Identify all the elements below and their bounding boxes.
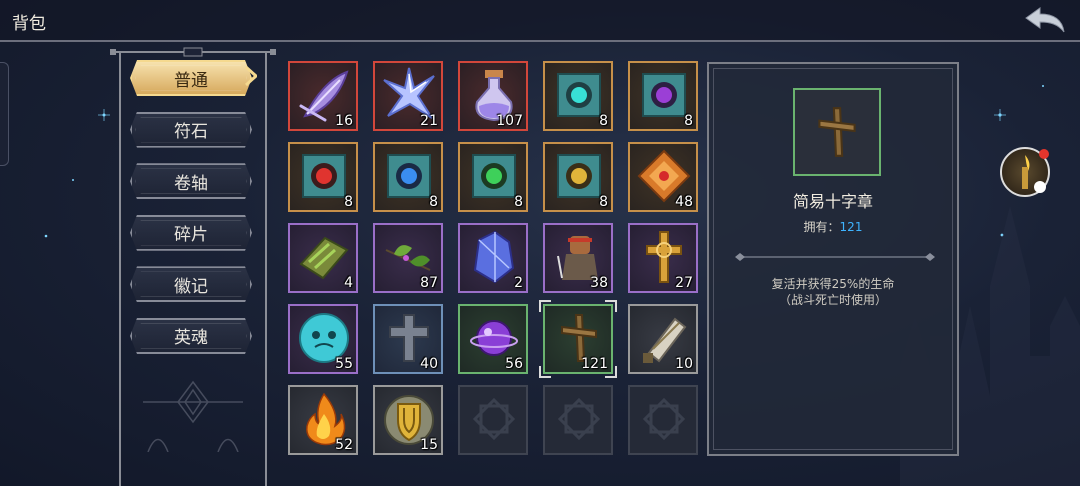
selection-corner — [539, 300, 551, 312]
inventory-slot[interactable]: 56 — [458, 304, 528, 374]
inventory-slot[interactable]: 8 — [373, 142, 443, 212]
inventory-slot[interactable]: 40 — [373, 304, 443, 374]
tab-emblem[interactable]: 徽记 — [130, 266, 252, 302]
item-count: 2 — [514, 275, 523, 291]
item-count: 8 — [684, 113, 693, 129]
item-count: 8 — [429, 194, 438, 210]
tab-normal[interactable]: 普通 — [130, 60, 252, 96]
inventory-slot[interactable]: 27 — [628, 223, 698, 293]
tab-runestone[interactable]: 符石 — [130, 112, 252, 148]
item-count: 16 — [335, 113, 353, 129]
item-count: 55 — [335, 356, 353, 372]
active-tab-arrow-icon — [245, 66, 257, 86]
item-count: 48 — [675, 194, 693, 210]
empty-slot-icon — [472, 397, 516, 441]
item-count: 15 — [420, 437, 438, 453]
inventory-slot[interactable]: 48 — [628, 142, 698, 212]
item-count: 8 — [599, 194, 608, 210]
top-bar: 背包 — [0, 0, 1080, 42]
inventory-slot[interactable]: 16 — [288, 61, 358, 131]
description-line: 复活并获得25%的生命 — [771, 277, 895, 291]
inventory-slot[interactable]: 8 — [628, 61, 698, 131]
divider — [735, 253, 935, 261]
owned-label: 拥有： — [803, 220, 840, 234]
wooden-cross-icon — [818, 107, 856, 157]
item-count: 52 — [335, 437, 353, 453]
item-count: 56 — [505, 356, 523, 372]
player-avatar[interactable] — [1000, 147, 1050, 197]
item-detail-panel: 简易十字章 拥有：121 复活并获得25%的生命 （战斗死亡时使用） — [707, 62, 959, 456]
page-title: 背包 — [12, 14, 46, 34]
item-count: 8 — [514, 194, 523, 210]
notification-dot — [1039, 149, 1049, 159]
item-count: 27 — [675, 275, 693, 291]
qq-penguin-icon — [1034, 181, 1046, 193]
category-tabs: 普通 符石 卷轴 碎片 徽记 英魂 — [130, 60, 256, 370]
description-line: （战斗死亡时使用） — [778, 293, 887, 307]
item-count: 8 — [344, 194, 353, 210]
inventory-slot[interactable]: 8 — [543, 61, 613, 131]
inventory-slot[interactable]: 21 — [373, 61, 443, 131]
empty-slot — [458, 385, 528, 455]
item-count: 38 — [590, 275, 608, 291]
detail-owned: 拥有：121 — [709, 218, 957, 235]
inventory-slot-selected[interactable]: 121 — [539, 300, 617, 378]
inventory-slot[interactable]: 10 — [628, 304, 698, 374]
inventory-slot[interactable]: 87 — [373, 223, 443, 293]
empty-slot — [543, 385, 613, 455]
tab-fragment[interactable]: 碎片 — [130, 215, 252, 251]
inventory-slot[interactable]: 2 — [458, 223, 528, 293]
inventory-slot[interactable]: 4 — [288, 223, 358, 293]
item-count: 40 — [420, 356, 438, 372]
item-count: 121 — [581, 356, 608, 372]
inventory-slot[interactable]: 52 — [288, 385, 358, 455]
item-count: 10 — [675, 356, 693, 372]
item-count: 4 — [344, 275, 353, 291]
inventory-slot[interactable]: 15 — [373, 385, 443, 455]
detail-description: 复活并获得25%的生命 （战斗死亡时使用） — [709, 276, 957, 308]
inventory-slot[interactable]: 38 — [543, 223, 613, 293]
empty-slot — [628, 385, 698, 455]
item-count: 87 — [420, 275, 438, 291]
selection-corner — [605, 366, 617, 378]
empty-slot-icon — [557, 397, 601, 441]
empty-slot-icon — [642, 397, 686, 441]
ornament-decoration — [143, 380, 243, 452]
tab-hero-soul[interactable]: 英魂 — [130, 318, 252, 354]
inventory-slot[interactable]: 8 — [288, 142, 358, 212]
inventory-slot[interactable]: 8 — [543, 142, 613, 212]
inventory-slot[interactable]: 107 — [458, 61, 528, 131]
inventory-slot[interactable]: 55 — [288, 304, 358, 374]
back-arrow-icon[interactable] — [1024, 6, 1066, 34]
selection-corner — [605, 300, 617, 312]
item-count: 8 — [599, 113, 608, 129]
item-count: 107 — [496, 113, 523, 129]
side-drawer-handle[interactable] — [0, 62, 9, 166]
tab-scroll[interactable]: 卷轴 — [130, 163, 252, 199]
detail-item-name: 简易十字章 — [792, 192, 873, 211]
item-count: 21 — [420, 113, 438, 129]
owned-value: 121 — [839, 220, 863, 234]
detail-item-frame — [793, 88, 881, 176]
inventory-slot[interactable]: 8 — [458, 142, 528, 212]
selection-corner — [539, 366, 551, 378]
